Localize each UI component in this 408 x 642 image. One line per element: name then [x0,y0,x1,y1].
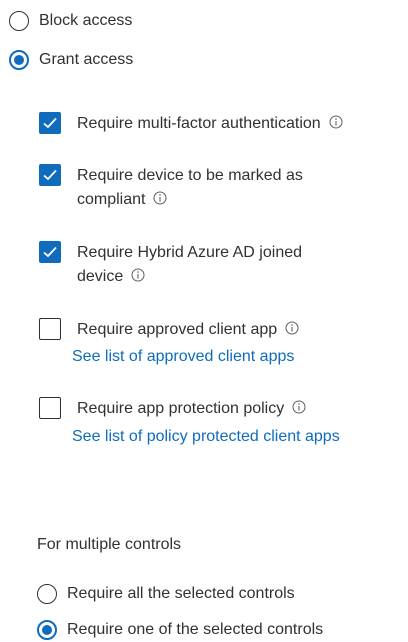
mfa-text: Require multi-factor authentication [77,112,343,136]
app-protection-label: Require app protection policy [77,400,285,417]
require-one-label: Require one of the selected controls [67,621,324,638]
require-all-radio[interactable]: Require all the selected controls [37,584,295,604]
block-access-radio[interactable]: Block access [9,11,132,31]
require-all-radio-circle[interactable] [37,584,57,604]
hybrid-joined-text: Require Hybrid Azure AD joined device [77,241,302,289]
control-mfa: Require multi-factor authentication [39,112,343,136]
policy-protected-apps-link[interactable]: See list of policy protected client apps [72,425,340,449]
control-compliant: Require device to be marked as compliant [39,164,303,212]
approved-app-text: Require approved client app [77,318,299,342]
info-icon[interactable] [285,319,299,335]
grant-access-radio-circle[interactable] [9,50,29,70]
approved-app-label: Require approved client app [77,321,278,338]
require-one-radio-circle[interactable] [37,620,57,640]
info-icon[interactable] [153,189,167,205]
control-app-protection: Require app protection policy [39,397,306,421]
grant-access-label: Grant access [39,51,134,68]
app-protection-checkbox[interactable] [39,397,61,419]
require-one-radio[interactable]: Require one of the selected controls [37,620,323,640]
app-protection-text: Require app protection policy [77,397,306,421]
info-icon[interactable] [131,266,145,282]
block-access-radio-circle[interactable] [9,11,29,31]
approved-apps-link[interactable]: See list of approved client apps [72,345,294,369]
block-access-label: Block access [39,12,133,29]
grant-access-radio[interactable]: Grant access [9,50,133,70]
compliant-text: Require device to be marked as compliant [77,164,303,212]
compliant-checkbox[interactable] [39,164,61,186]
hybrid-joined-label-line-2: device [77,268,124,285]
info-icon[interactable] [292,398,306,414]
compliant-label-line-1: Require device to be marked as [77,167,303,184]
approved-app-checkbox[interactable] [39,318,61,340]
compliant-label-line-2: compliant [77,191,146,208]
hybrid-joined-checkbox[interactable] [39,241,61,263]
control-hybrid-joined: Require Hybrid Azure AD joined device [39,241,302,289]
info-icon[interactable] [329,113,343,129]
multiple-controls-heading: For multiple controls [37,536,182,553]
require-all-label: Require all the selected controls [67,585,295,602]
mfa-checkbox[interactable] [39,112,61,134]
hybrid-joined-label-line-1: Require Hybrid Azure AD joined [77,244,303,261]
mfa-label: Require multi-factor authentication [77,115,321,132]
control-approved-app: Require approved client app [39,318,299,342]
